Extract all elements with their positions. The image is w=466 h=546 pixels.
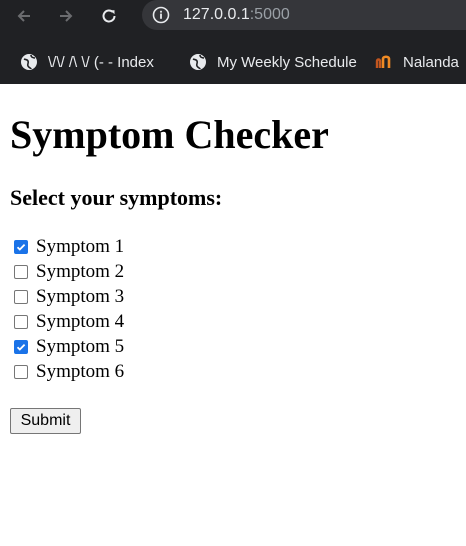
bookmarks-bar: \/\/ /\ \/ (- - Index My Weekly Schedule… [0, 42, 466, 80]
bookmark-label: Nalanda [403, 53, 459, 71]
forward-button[interactable] [50, 2, 82, 30]
globe-icon [190, 54, 206, 70]
browser-toolbar: 127.0.0.1:5000 [0, 0, 466, 36]
bookmark-label: \/\/ /\ \/ (- - Index [48, 53, 154, 71]
back-button[interactable] [8, 2, 40, 30]
back-arrow-icon [17, 10, 30, 22]
symptom-list: Symptom 1 Symptom 2 Symptom 3 Symptom 4 … [10, 234, 124, 384]
reload-button[interactable] [93, 2, 125, 30]
globe-icon [21, 54, 37, 70]
symptom-item: Symptom 4 [10, 309, 124, 334]
symptom-label: Symptom 4 [36, 311, 125, 332]
bookmark-label: My Weekly Schedule [217, 53, 357, 71]
bookmark-index[interactable]: \/\/ /\ \/ (- - Index [20, 51, 154, 73]
symptom-checkbox[interactable] [14, 264, 28, 279]
submit-button[interactable]: Submit [10, 408, 81, 434]
url-port: :5000 [249, 6, 290, 23]
url-text: 127.0.0.1:5000 [183, 5, 290, 25]
symptom-checkbox[interactable] [14, 289, 28, 304]
info-icon[interactable] [152, 6, 170, 24]
symptom-checkbox[interactable] [14, 339, 28, 354]
symptom-label: Symptom 3 [36, 286, 125, 307]
symptom-label: Symptom 1 [36, 236, 125, 257]
symptom-checkbox[interactable] [14, 314, 28, 329]
symptom-label: Symptom 2 [36, 261, 125, 282]
bookmark-weekly-schedule[interactable]: My Weekly Schedule [189, 51, 357, 73]
bookmark-nalanda[interactable]: Nalanda [375, 51, 459, 73]
checkmark-icon [16, 243, 26, 251]
symptom-item: Symptom 5 [10, 334, 124, 359]
symptom-checkbox[interactable] [14, 364, 28, 379]
page-title: Symptom Checker [10, 112, 329, 157]
nalanda-logo-icon [375, 55, 391, 68]
page-subtitle: Select your symptoms: [10, 185, 223, 210]
address-bar[interactable]: 127.0.0.1:5000 [142, 0, 466, 30]
symptom-item: Symptom 1 [10, 234, 124, 259]
browser-chrome: 127.0.0.1:5000 \/\/ /\ \/ (- - Index My … [0, 0, 466, 84]
checkmark-icon [16, 343, 26, 351]
forward-arrow-icon [60, 10, 73, 22]
symptom-checkbox[interactable] [14, 239, 28, 254]
symptom-item: Symptom 2 [10, 259, 124, 284]
symptom-label: Symptom 5 [36, 336, 125, 357]
symptom-item: Symptom 6 [10, 359, 124, 384]
symptom-label: Symptom 6 [36, 361, 125, 382]
url-host: 127.0.0.1 [183, 6, 250, 23]
symptom-item: Symptom 3 [10, 284, 124, 309]
reload-icon [102, 9, 116, 23]
